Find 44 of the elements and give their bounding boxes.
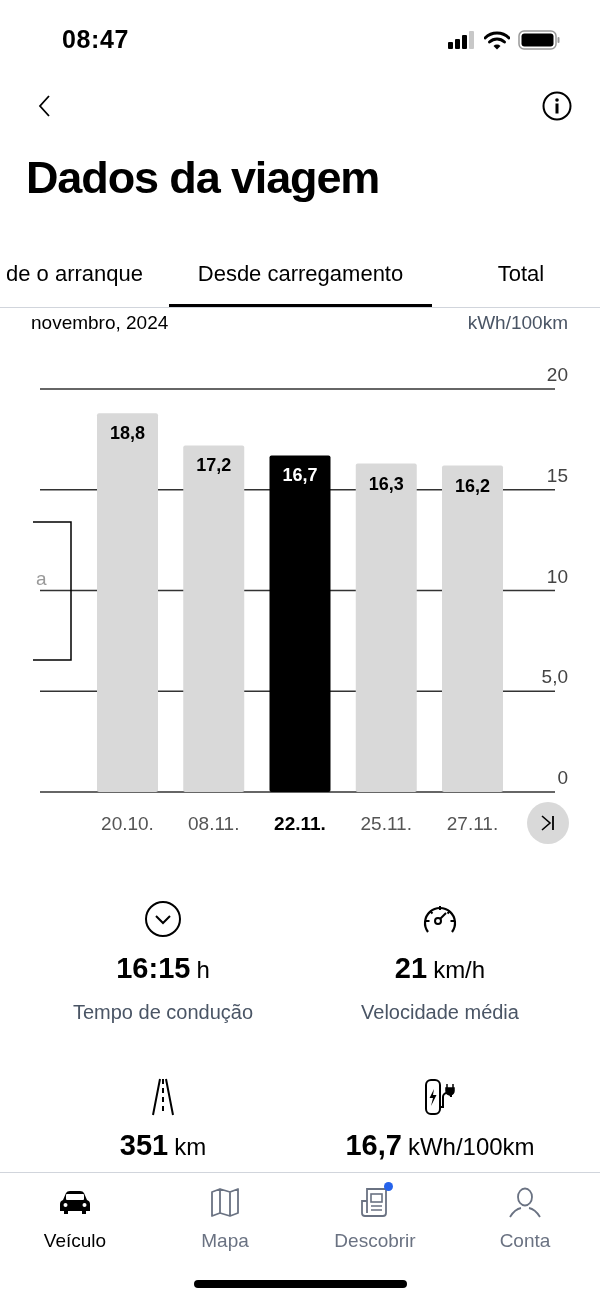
- stat-label: Velocidade média: [361, 1000, 519, 1025]
- y-axis-label: 5,0: [541, 666, 568, 688]
- nav-tab[interactable]: Veículo: [0, 1185, 150, 1263]
- y-axis-label: 0: [557, 767, 568, 788]
- tab[interactable]: Total: [432, 240, 600, 307]
- tab[interactable]: de o arranque: [0, 240, 169, 307]
- back-icon: [37, 94, 51, 118]
- signal-icon: [448, 31, 476, 49]
- nav-tab[interactable]: Descobrir: [300, 1185, 450, 1263]
- wifi-icon: [484, 30, 510, 50]
- nav-tab[interactable]: Mapa: [150, 1185, 300, 1263]
- bar-value-label: 16,3: [368, 473, 404, 494]
- info-icon: [542, 91, 572, 121]
- x-axis-label: 27.11.: [446, 813, 499, 834]
- bar-value-label: 16,2: [455, 475, 490, 496]
- bar[interactable]: [269, 455, 331, 792]
- skip-to-end-button[interactable]: [527, 802, 569, 844]
- x-axis-label: 22.11.: [274, 813, 326, 834]
- bar-value-label: 18,8: [110, 423, 145, 444]
- bar-value-label: 16,7: [282, 465, 318, 486]
- period-label: novembro, 2024: [31, 310, 169, 335]
- person-icon: [507, 1185, 543, 1219]
- unit-label: kWh/100km: [467, 310, 568, 335]
- stat-value: 16:15 h: [116, 951, 210, 986]
- x-axis-label: 20.10.: [101, 813, 154, 834]
- tab[interactable]: Desde carregamento: [169, 240, 432, 307]
- x-axis-label: 25.11.: [360, 813, 412, 834]
- stat-value: 351 km: [119, 1128, 207, 1163]
- x-axis-label: 08.11.: [188, 813, 240, 834]
- y-axis-label: 10: [546, 565, 568, 587]
- y-axis-label: 20: [546, 364, 568, 385]
- status-time: 08:47: [62, 24, 130, 56]
- tooltip-text: a: [36, 568, 47, 589]
- stat-label: Tempo de condução: [72, 1000, 254, 1025]
- nav-tab[interactable]: Conta: [450, 1185, 600, 1263]
- circle-chevron-icon: [144, 900, 182, 940]
- bar-value-label: 17,2: [196, 455, 232, 476]
- stat-value: 16,7 kWh/100km: [345, 1128, 535, 1163]
- skip-end-icon: [540, 814, 556, 832]
- stat-value: 21 km/h: [394, 951, 486, 986]
- y-axis-label: 15: [546, 464, 568, 486]
- info-button[interactable]: [542, 91, 572, 121]
- battery-icon: [518, 30, 560, 50]
- page-title: Dados da viagem: [25, 151, 381, 205]
